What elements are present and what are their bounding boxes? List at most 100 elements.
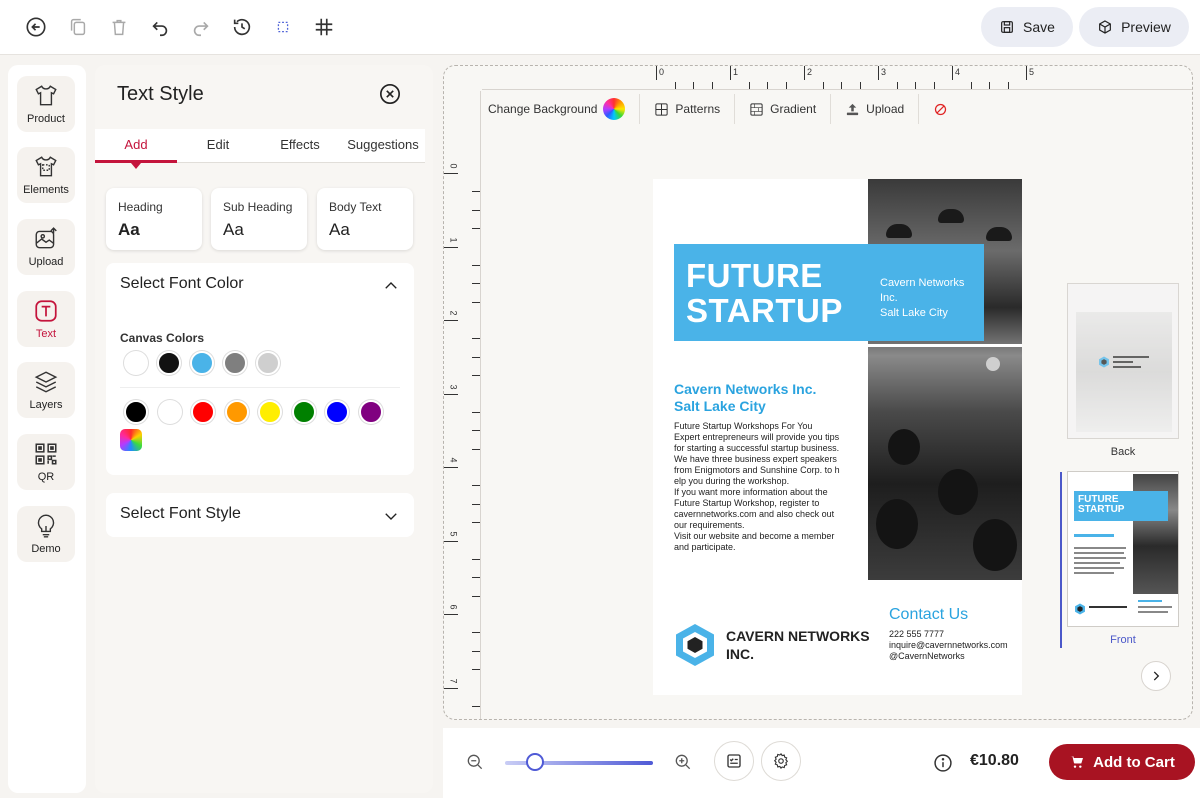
redo-icon[interactable] [186, 12, 216, 42]
duplicate-icon[interactable] [63, 12, 93, 42]
palette-color-swatch[interactable] [291, 400, 316, 424]
ruler-minor-tick [472, 411, 480, 413]
info-icon[interactable] [933, 753, 953, 773]
rail-label: Text [35, 328, 57, 340]
upload-background-button[interactable]: Upload [831, 94, 920, 124]
audience-figure [888, 429, 920, 465]
canvas-color-swatch[interactable] [190, 351, 214, 375]
font-style-section: Select Font Style [106, 493, 414, 537]
flyer-body-text[interactable]: Future Startup Workshops For You Expert e… [674, 421, 859, 553]
patterns-button[interactable]: Patterns [640, 94, 736, 124]
hexagon-logo-icon[interactable] [672, 622, 718, 668]
rail-item-layers[interactable]: Layers [17, 362, 75, 418]
rail-item-qr[interactable]: QR [17, 434, 75, 490]
ruler-tick-label: 7 [448, 677, 459, 684]
panel-title: Text Style [117, 83, 204, 105]
flyer-heading-line: Cavern Networks Inc. [674, 381, 817, 397]
heading-preset-card[interactable]: Heading Aa [106, 188, 202, 250]
tshirt-icon [35, 85, 57, 106]
change-background-button[interactable]: Change Background [488, 94, 641, 124]
font-color-title[interactable]: Select Font Color [120, 275, 244, 293]
rail-item-demo[interactable]: Demo [17, 506, 75, 562]
close-icon[interactable] [379, 83, 401, 105]
lightbulb-icon [37, 514, 55, 538]
back-arrow-icon[interactable] [21, 12, 51, 42]
banner-subtitle[interactable]: Cavern Networks Inc. Salt Lake City [880, 276, 964, 321]
font-style-title[interactable]: Select Font Style [120, 505, 241, 523]
rail-label: Upload [28, 256, 64, 268]
canvas-color-swatch[interactable] [223, 351, 247, 375]
undo-icon[interactable] [145, 12, 175, 42]
ruler-minor-tick [472, 632, 480, 634]
rail-item-elements[interactable]: Elements [17, 147, 75, 203]
chevron-down-icon[interactable] [382, 507, 400, 525]
preview-button[interactable]: Preview [1079, 7, 1189, 47]
zoom-in-icon[interactable] [673, 752, 693, 772]
palette-color-swatch[interactable] [224, 400, 249, 424]
back-page-thumbnail[interactable] [1067, 283, 1179, 439]
palette-color-swatch[interactable] [191, 400, 215, 424]
custom-color-picker[interactable] [120, 429, 142, 451]
remove-background-button[interactable] [919, 94, 962, 124]
canvas-color-swatch[interactable] [157, 351, 181, 375]
flyer-title[interactable]: FUTURE STARTUP [686, 258, 843, 328]
front-page-thumbnail[interactable]: FUTURE STARTUP [1067, 471, 1179, 627]
thumb-logo-icon [1075, 603, 1085, 615]
font-color-section: Select Font Color Canvas Colors [106, 263, 414, 475]
grid-icon[interactable] [309, 12, 339, 42]
add-to-cart-label: Add to Cart [1093, 753, 1175, 771]
front-page-label[interactable]: Front [1067, 634, 1179, 646]
delete-icon[interactable] [104, 12, 134, 42]
palette-color-swatch[interactable] [325, 400, 349, 424]
canvas-color-swatch[interactable] [256, 351, 280, 375]
tab-suggestions[interactable]: Suggestions [341, 137, 425, 152]
rail-item-product[interactable]: Product [17, 76, 75, 132]
tab-edit[interactable]: Edit [177, 137, 259, 152]
body-text-preset-card[interactable]: Body Text Aa [317, 188, 413, 250]
contact-social[interactable]: @CavernNetworks [889, 651, 965, 661]
zoom-slider-handle[interactable] [525, 753, 544, 771]
ruler-minor-tick [472, 338, 480, 340]
audience-figure [973, 519, 1017, 571]
ruler-minor-tick [896, 82, 898, 89]
contact-title[interactable]: Contact Us [889, 606, 968, 624]
thumb-text-line [1113, 356, 1149, 358]
tab-add[interactable]: Add [95, 137, 177, 152]
workshop-photo[interactable] [868, 179, 1022, 580]
contact-phone[interactable]: 222 555 7777 [889, 629, 944, 639]
palette-color-swatch[interactable] [157, 400, 182, 424]
save-button[interactable]: Save [981, 7, 1073, 47]
patterns-icon [655, 102, 669, 116]
logo-wordmark[interactable]: CAVERN NETWORKS INC. [726, 627, 870, 663]
next-page-button[interactable] [1141, 661, 1171, 691]
canvas-color-swatch[interactable] [124, 351, 148, 375]
ruler-tick [804, 66, 805, 80]
chevron-up-icon[interactable] [382, 277, 400, 295]
rail-item-text[interactable]: Text [17, 291, 75, 347]
add-to-cart-button[interactable]: Add to Cart [1049, 744, 1195, 780]
checklist-button[interactable] [714, 741, 754, 781]
palette-color-swatch[interactable] [358, 400, 383, 424]
subheading-preset-card[interactable]: Sub Heading Aa [211, 188, 307, 250]
speaker-figure [986, 357, 1000, 371]
gradient-button[interactable]: Gradient [735, 94, 832, 124]
settings-button[interactable] [761, 741, 801, 781]
palette-color-swatch[interactable] [258, 400, 282, 424]
tab-effects[interactable]: Effects [259, 137, 341, 152]
flyer-heading[interactable]: Cavern Networks Inc. Salt Lake City [674, 381, 816, 415]
flyer-design[interactable]: FUTURE STARTUP Cavern Networks Inc. Salt… [653, 179, 1022, 695]
history-icon[interactable] [227, 12, 257, 42]
select-box-icon[interactable] [268, 12, 298, 42]
rail-item-upload[interactable]: Upload [17, 219, 75, 275]
vertical-ruler: 0 1 2 3 4 5 6 7 [444, 91, 481, 719]
contact-email[interactable]: inquire@cavernnetworks.com [889, 640, 1008, 650]
title-banner[interactable]: FUTURE STARTUP Cavern Networks Inc. Salt… [674, 244, 984, 341]
thumb-text-line [1074, 572, 1114, 574]
thumb-text-line [1074, 562, 1120, 564]
palette-color-swatch[interactable] [124, 400, 148, 424]
thumb-heading-line [1074, 534, 1114, 537]
zoom-out-icon[interactable] [465, 752, 485, 772]
back-page-label[interactable]: Back [1067, 446, 1179, 458]
ruler-minor-tick [472, 650, 480, 652]
ruler-tick [1026, 66, 1027, 80]
